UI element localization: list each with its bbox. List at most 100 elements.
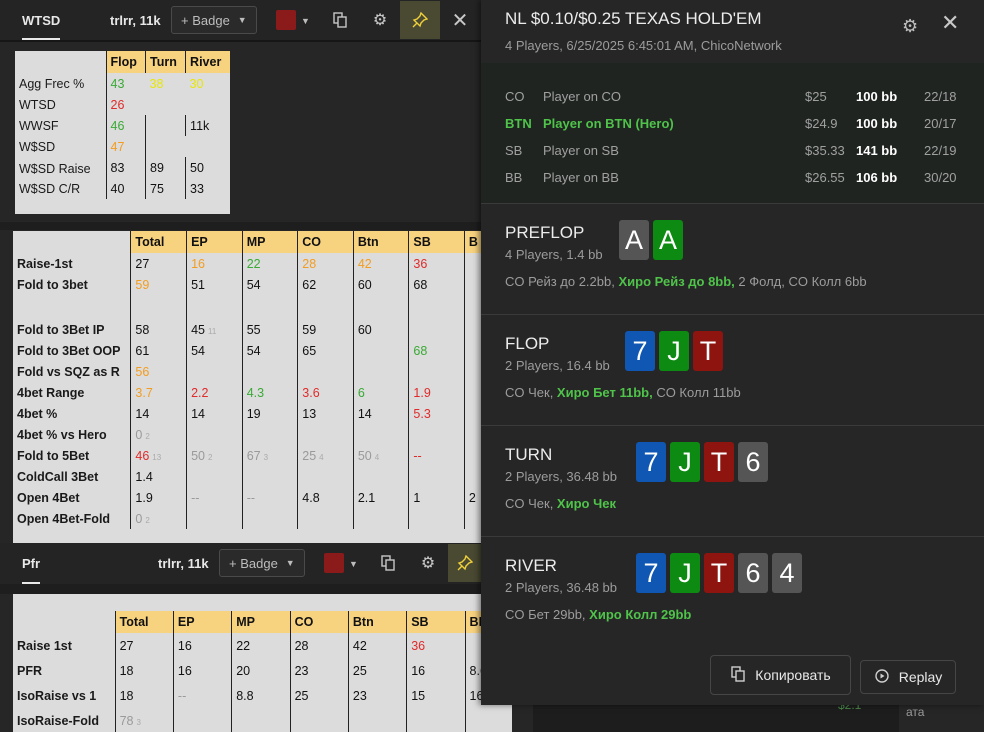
action-text: Хиро Рейз до 8bb,	[618, 274, 735, 289]
table-row: IsoRaise vs 1 18 -- 8.8 25 23 15 16	[13, 683, 512, 708]
background-window: $2.1	[533, 698, 899, 732]
stat-cell	[130, 295, 187, 319]
street-info: 4 Players, 1.4 bb	[505, 247, 603, 262]
color-swatch[interactable]	[276, 10, 296, 30]
row-label: Fold to 3bet	[17, 277, 88, 292]
stat-cell	[241, 361, 298, 382]
stat-cell: 46	[105, 115, 146, 136]
color-swatch[interactable]	[324, 553, 344, 573]
stat-cell: 22	[231, 633, 291, 658]
col-header	[13, 231, 131, 253]
playing-card: A	[653, 220, 683, 260]
stat-cell: 2.1	[352, 487, 409, 508]
table-row: Fold to 3Bet IP 58 45 11 55 59 60	[13, 319, 482, 340]
stat-cell	[352, 466, 409, 487]
stats-grid: Total EP MP CO Btn SB B Raise-1st 27 16 22 28 42 36 Fo…	[13, 231, 482, 529]
stat-cell	[352, 340, 409, 361]
stat-cell	[352, 295, 409, 319]
copy-icon[interactable]	[374, 549, 402, 577]
stat-cell	[408, 508, 465, 529]
stat-cell	[297, 466, 354, 487]
divider	[0, 584, 482, 594]
stat-cell: 36	[406, 633, 466, 658]
row-label: Fold to 5Bet	[17, 448, 90, 463]
add-badge-button[interactable]: + Badge ▼	[219, 549, 305, 577]
player-name: trlrr, 11k	[110, 12, 161, 28]
stat-cell: --	[172, 683, 232, 708]
street-info: 2 Players, 36.48 bb	[505, 580, 618, 595]
hand-history-panel: NL $0.10/$0.25 TEXAS HOLD'EM 4 Players, …	[481, 0, 984, 705]
stat-cell: 60	[352, 319, 409, 340]
street-actions: CO Чек, Хиро Бет 11bb, CO Колл 11bb	[505, 385, 741, 400]
row-label: IsoRaise vs 1	[17, 688, 97, 703]
table-row: Open 4Bet-Fold 0 2	[13, 508, 482, 529]
chevron-down-icon[interactable]: ▼	[349, 559, 358, 569]
gear-icon[interactable]: ⚙	[902, 16, 918, 37]
stat-cell: 1.9	[408, 382, 465, 403]
bg-text: ата	[906, 705, 925, 719]
col-header: MP	[231, 611, 291, 633]
copy-icon[interactable]	[326, 6, 354, 34]
stat-cell	[463, 340, 482, 361]
close-icon[interactable]: ✕	[446, 6, 474, 34]
stat-cell: 16	[172, 658, 232, 683]
replay-label: Replay	[898, 669, 943, 685]
table-header: Total EP MP CO Btn SB BB	[13, 611, 512, 633]
stat-cell: 4.3	[241, 382, 298, 403]
stat-cell: 50 2	[186, 445, 243, 466]
col-header: River	[185, 51, 230, 73]
stat-cell: 65	[297, 340, 354, 361]
player-stats: 30/20	[924, 170, 957, 185]
stat-cell	[408, 361, 465, 382]
replay-button[interactable]: Replay	[860, 660, 956, 694]
playing-card: 4	[772, 553, 802, 593]
stat-cell: 58	[130, 319, 187, 340]
stat-cell: 33	[185, 178, 230, 199]
row-label: 4bet % vs Hero	[17, 427, 107, 442]
row-label	[13, 295, 131, 319]
row-label: WTSD	[19, 97, 56, 112]
playing-card: 6	[738, 553, 768, 593]
stat-cell	[463, 508, 482, 529]
gear-icon[interactable]: ⚙	[414, 549, 442, 577]
stat-cell: 59	[130, 274, 187, 295]
row-label: Fold to 3Bet OOP	[17, 343, 121, 358]
stat-cell	[241, 508, 298, 529]
add-badge-button[interactable]: + Badge ▼	[171, 6, 257, 34]
player-name: Player on BB	[543, 170, 619, 185]
stat-cell	[186, 361, 243, 382]
stat-cell: 14	[352, 403, 409, 424]
row-label: IsoRaise-Fold	[17, 713, 99, 728]
stat-cell: 16	[406, 658, 466, 683]
street-preflop: PREFLOP 4 Players, 1.4 bb AA CO Рейз до …	[481, 203, 984, 314]
tab-pfr[interactable]: Pfr	[22, 543, 41, 584]
stat-cell	[231, 708, 291, 732]
close-icon[interactable]: ✕	[941, 10, 959, 36]
stats-grid: Total EP MP CO Btn SB BB Raise 1st 27 16 22 28 42 36 P…	[13, 611, 512, 732]
playing-card: J	[659, 331, 689, 371]
stat-cell	[408, 424, 465, 445]
badge-label: + Badge	[229, 555, 278, 571]
stat-cell	[463, 403, 482, 424]
stat-cell: 46 13	[130, 445, 187, 466]
stat-cell: 2	[463, 487, 482, 508]
stat-cell	[172, 708, 232, 732]
stat-cell	[408, 466, 465, 487]
tab-wtsd[interactable]: WTSD	[22, 0, 61, 40]
table-row: Open 4Bet 1.9 -- -- 4.8 2.1 1 2	[13, 487, 482, 508]
pin-icon[interactable]	[400, 1, 440, 39]
stat-cell	[464, 708, 512, 732]
chevron-down-icon[interactable]: ▼	[301, 16, 310, 26]
table-row: ColdCall 3Bet 1.4	[13, 466, 482, 487]
player-row: CO Player on CO $25 100 bb 22/18	[481, 83, 984, 110]
stat-cell: 23	[347, 683, 407, 708]
stat-cell: 3.7	[130, 382, 187, 403]
copy-button[interactable]: Копировать	[710, 655, 851, 695]
stat-cell: 18	[114, 658, 174, 683]
gear-icon[interactable]: ⚙	[366, 6, 394, 34]
street-river: RIVER 2 Players, 36.48 bb 7JT64 CO Бет 2…	[481, 536, 984, 647]
pin-icon[interactable]	[448, 544, 482, 582]
playing-card: J	[670, 553, 700, 593]
col-header: SB	[408, 231, 465, 253]
table-row: Fold to 3bet 59 51 54 62 60 68	[13, 274, 482, 295]
